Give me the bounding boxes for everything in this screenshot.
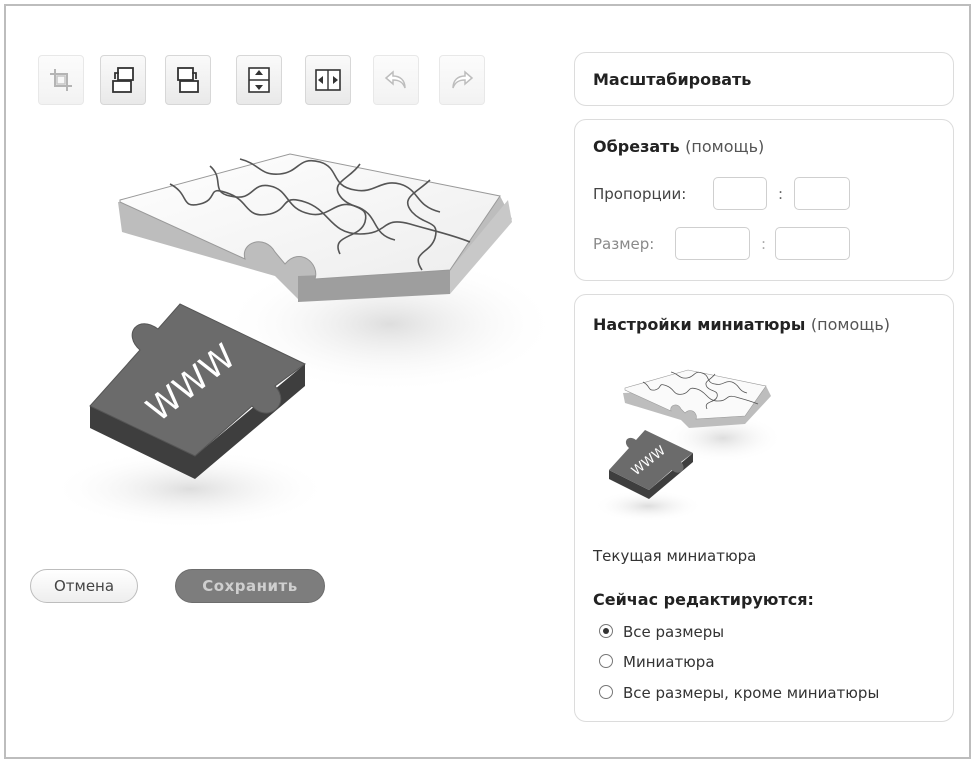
thumbnail-panel: Настройки миниатюры (помощь) WWW Текущая… (574, 294, 954, 722)
size-label: Размер: (593, 235, 655, 253)
flip-vertical-button[interactable] (236, 55, 282, 105)
radio-icon[interactable] (599, 685, 613, 699)
flip-horizontal-icon (315, 69, 341, 91)
option-all-sizes-label: Все размеры (623, 623, 725, 641)
rotate-left-button[interactable] (100, 55, 146, 105)
flip-horizontal-button[interactable] (305, 55, 351, 105)
size-width-input[interactable] (675, 227, 750, 260)
redo-button[interactable] (439, 55, 485, 105)
radio-icon[interactable] (599, 654, 613, 668)
ratio-separator: : (778, 185, 784, 203)
flip-vertical-icon (248, 67, 270, 93)
ratio-label: Пропорции: (593, 185, 687, 203)
thumbnail-image: WWW (593, 358, 785, 538)
ratio-width-input[interactable] (713, 177, 767, 210)
option-all-but-thumbnail-label: Все размеры, кроме миниатюры (623, 684, 880, 702)
crop-panel: Обрезать (помощь) Пропорции: : Размер: : (574, 119, 954, 281)
thumbnail-title: Настройки миниатюры (помощь) (593, 315, 890, 334)
save-button[interactable]: Сохранить (175, 569, 325, 603)
option-thumbnail[interactable]: Миниатюра (599, 653, 715, 671)
crop-button[interactable] (38, 55, 84, 105)
rotate-right-button[interactable] (165, 55, 211, 105)
redo-icon (452, 70, 474, 89)
crop-title: Обрезать (помощь) (593, 137, 764, 156)
ratio-height-input[interactable] (794, 177, 850, 210)
crop-help-link[interactable]: (помощь) (685, 137, 764, 156)
rotate-left-icon (112, 67, 134, 93)
cancel-button[interactable]: Отмена (30, 569, 138, 603)
undo-button[interactable] (373, 55, 419, 105)
thumbnail-title-text: Настройки миниатюры (593, 315, 806, 334)
scale-title[interactable]: Масштабировать (593, 70, 751, 89)
crop-title-text: Обрезать (593, 137, 680, 156)
current-thumbnail-label: Текущая миниатюра (593, 547, 757, 565)
option-all-sizes[interactable]: Все размеры (599, 623, 724, 641)
editing-title: Сейчас редактируются: (593, 590, 814, 609)
size-height-input[interactable] (775, 227, 850, 260)
thumbnail-help-link[interactable]: (помощь) (811, 315, 890, 334)
crop-icon (50, 69, 72, 91)
radio-icon-checked[interactable] (599, 624, 613, 638)
size-separator: : (761, 235, 767, 253)
image-preview[interactable]: WWW (30, 124, 560, 552)
undo-icon (384, 70, 406, 89)
puzzle-image: WWW (50, 153, 560, 529)
rotate-right-icon (177, 67, 199, 93)
option-thumbnail-label: Миниатюра (623, 653, 715, 671)
option-all-but-thumbnail[interactable]: Все размеры, кроме миниатюры (599, 684, 879, 702)
scale-panel[interactable]: Масштабировать (574, 52, 954, 106)
